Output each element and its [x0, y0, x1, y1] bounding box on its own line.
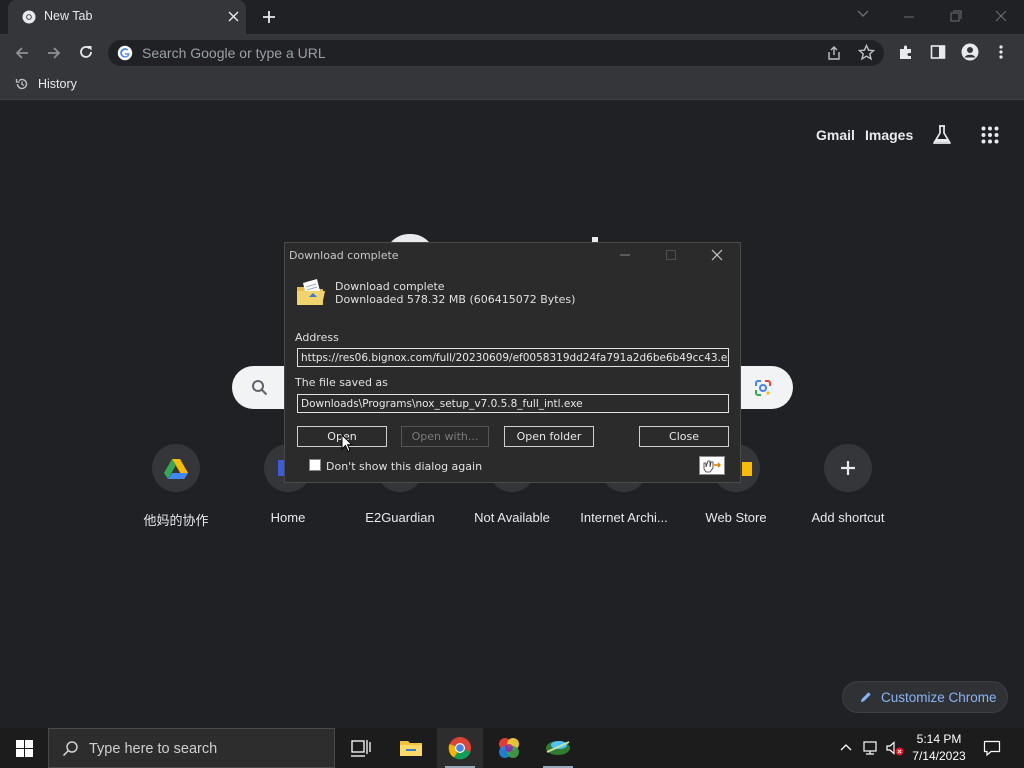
google-g-icon	[117, 45, 133, 61]
download-size: Downloaded 578.32 MB (606415072 Bytes)	[335, 293, 576, 306]
windows-start-icon[interactable]	[16, 740, 33, 757]
address-label: Address	[295, 331, 339, 344]
search-icon	[251, 379, 268, 396]
omnibox-placeholder: Search Google or type a URL	[142, 45, 326, 61]
pencil-icon	[859, 690, 873, 704]
bookmark-star-icon[interactable]	[858, 44, 875, 61]
extensions-puzzle-icon[interactable]	[898, 44, 914, 60]
idm-grab-icon[interactable]	[699, 456, 725, 475]
new-tab-plus-icon[interactable]	[262, 10, 276, 24]
open-folder-button[interactable]: Open folder	[504, 426, 594, 447]
saved-as-label: The file saved as	[295, 376, 388, 389]
search-icon	[62, 740, 79, 757]
customize-chrome-button[interactable]: Customize Chrome	[842, 681, 1008, 713]
menu-kebab-icon[interactable]	[998, 44, 1004, 60]
saved-path-field[interactable]: Downloads\Programs\nox_setup_v7.0.5.8_fu…	[297, 394, 729, 413]
chrome-taskbar-icon[interactable]	[437, 728, 483, 768]
download-status: Download complete	[335, 280, 445, 293]
tab-strip: New Tab	[0, 0, 1024, 34]
windows-taskbar: Type here to search	[0, 728, 1024, 768]
gmail-link[interactable]: Gmail	[816, 127, 855, 143]
address-field[interactable]: https://res06.bignox.com/full/20230609/e…	[297, 348, 729, 367]
chrome-favicon-icon	[22, 10, 36, 24]
dialog-minimize-icon[interactable]	[619, 250, 631, 260]
customize-chrome-label: Customize Chrome	[881, 690, 997, 705]
shortcut-label: Home	[270, 510, 306, 525]
open-with-button[interactable]: Open with...	[401, 426, 489, 447]
history-clock-icon	[15, 77, 29, 91]
task-view-button[interactable]	[338, 728, 384, 768]
forward-arrow-icon[interactable]	[46, 45, 62, 61]
network-icon[interactable]	[862, 740, 880, 756]
tray-chevron-up-icon[interactable]	[839, 742, 853, 752]
omnibox[interactable]: Search Google or type a URL	[108, 40, 884, 66]
download-folder-icon	[295, 277, 327, 309]
clock-time[interactable]: 5:14 PM	[910, 732, 968, 746]
add-shortcut-tile[interactable]: Add shortcut	[792, 444, 904, 525]
shortcut-label: 他妈的协作	[143, 513, 209, 528]
google-lens-icon[interactable]	[754, 379, 772, 397]
dont-show-checkbox[interactable]	[309, 459, 321, 471]
tab-new-tab[interactable]: New Tab	[8, 0, 246, 34]
color-wheel-app-icon[interactable]	[486, 728, 532, 768]
volume-muted-icon[interactable]	[885, 740, 905, 757]
reload-icon[interactable]	[78, 44, 94, 60]
shortcut-label: Web Store	[705, 510, 767, 525]
shortcut-label: Not Available	[474, 510, 550, 525]
taskbar-search-placeholder: Type here to search	[89, 741, 218, 757]
tab-title: New Tab	[44, 9, 93, 23]
close-button[interactable]: Close	[639, 426, 729, 447]
bookmarks-bar	[0, 72, 1024, 100]
dialog-titlebar[interactable]: Download complete	[285, 243, 740, 267]
idm-taskbar-icon[interactable]	[535, 728, 581, 768]
bookmark-history[interactable]: History	[38, 77, 77, 91]
shortcut-label: E2Guardian	[365, 510, 435, 525]
shortcut-label: Internet Archi...	[580, 510, 668, 525]
clock-date[interactable]: 7/14/2023	[910, 749, 968, 763]
file-explorer-icon[interactable]	[388, 728, 434, 768]
dialog-maximize-icon	[665, 250, 677, 260]
profile-avatar-icon[interactable]	[961, 43, 979, 61]
restore-icon[interactable]	[942, 8, 968, 26]
dont-show-label: Don't show this dialog again	[326, 460, 483, 473]
back-arrow-icon[interactable]	[14, 45, 30, 61]
mouse-cursor-icon	[341, 434, 353, 453]
labs-flask-icon[interactable]	[931, 124, 953, 146]
dialog-close-icon[interactable]	[711, 249, 723, 261]
images-link[interactable]: Images	[865, 127, 913, 143]
minimize-icon[interactable]	[896, 8, 922, 26]
taskbar-search-box[interactable]: Type here to search	[48, 728, 335, 768]
close-window-icon[interactable]	[988, 8, 1014, 26]
close-tab-icon[interactable]	[228, 11, 239, 22]
tab-search-chevron-icon[interactable]	[856, 8, 870, 20]
plus-icon	[824, 444, 872, 492]
side-panel-icon[interactable]	[930, 44, 946, 60]
notifications-icon[interactable]	[983, 740, 1001, 756]
shortcut-tile[interactable]: 他妈的协作	[120, 444, 232, 529]
google-apps-icon[interactable]	[981, 126, 999, 144]
share-icon[interactable]	[826, 45, 842, 61]
shortcut-label: Add shortcut	[811, 510, 885, 525]
dialog-title: Download complete	[289, 249, 399, 262]
google-drive-icon	[152, 444, 200, 492]
